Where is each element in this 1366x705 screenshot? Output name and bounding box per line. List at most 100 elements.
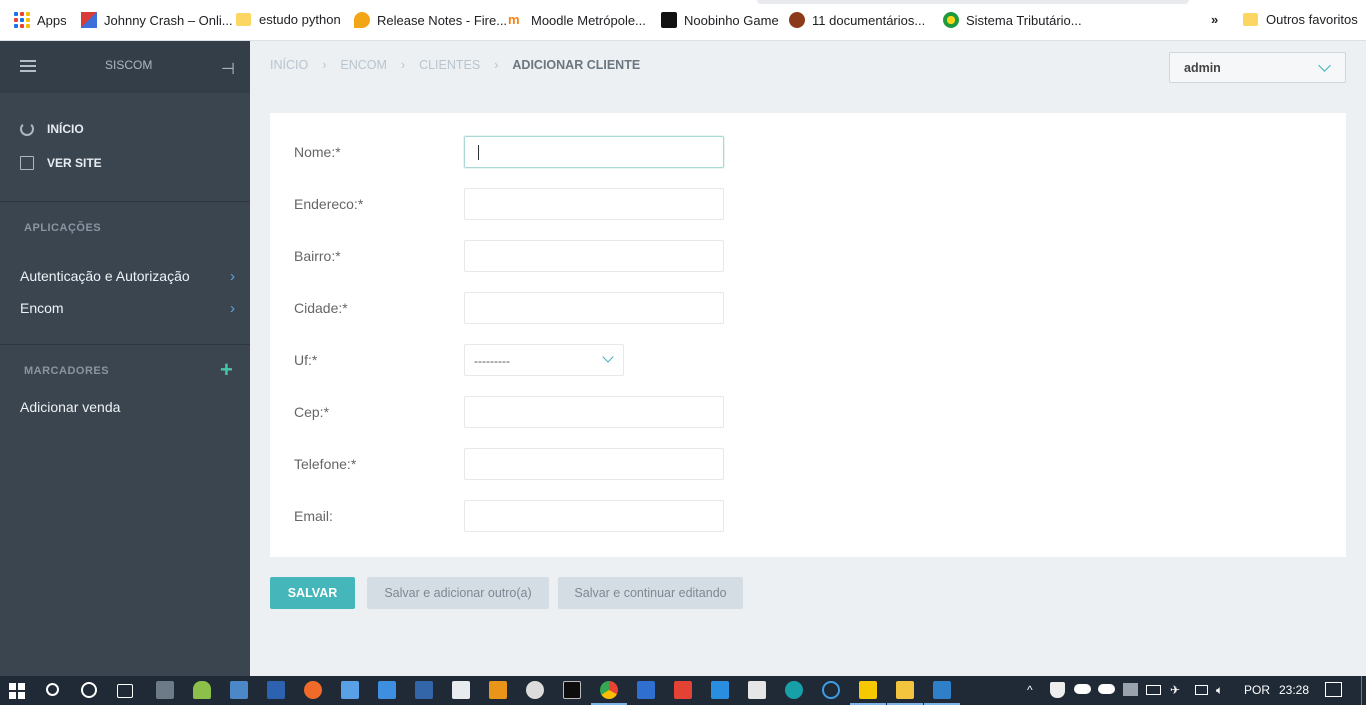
- app-icon[interactable]: [156, 681, 174, 699]
- android-icon[interactable]: [193, 681, 211, 699]
- field-label: Cidade:*: [294, 300, 348, 316]
- firefox-icon[interactable]: [304, 681, 322, 699]
- tab-strip-edge: [757, 0, 1189, 4]
- sidebar-link-label: VER SITE: [47, 156, 102, 170]
- breadcrumb-encom[interactable]: ENCOM: [340, 58, 387, 72]
- network-icon[interactable]: [1195, 685, 1208, 695]
- bookmark-label: Johnny Crash – Onli...: [104, 12, 233, 28]
- file-explorer-icon[interactable]: [896, 681, 914, 699]
- bookmark-label: 11 documentários...: [812, 12, 926, 28]
- text-caret: [478, 145, 479, 160]
- chrome-icon[interactable]: [600, 681, 618, 699]
- pin-icon[interactable]: ⊣: [221, 59, 235, 79]
- cloud-icon[interactable]: [1074, 684, 1091, 694]
- sticky-notes-icon[interactable]: [859, 681, 877, 699]
- endereco-input[interactable]: [464, 188, 724, 220]
- terminal-icon[interactable]: [563, 681, 581, 699]
- app-icon[interactable]: [933, 681, 951, 699]
- internet-explorer-icon[interactable]: [822, 681, 840, 699]
- volume-icon[interactable]: 🔈︎: [1216, 683, 1223, 698]
- field-row-email: Email:: [294, 500, 724, 532]
- form-panel: Nome:* Endereco:* Bairro:* Cidade:* Uf:*…: [270, 113, 1346, 557]
- bookmark-documentarios[interactable]: 11 documentários...: [789, 12, 925, 28]
- windows-start-icon[interactable]: [9, 683, 25, 699]
- task-view-icon[interactable]: [117, 684, 133, 698]
- sublime-icon[interactable]: [489, 681, 507, 699]
- show-desktop-button[interactable]: [1361, 676, 1362, 705]
- bookmark-release-notes[interactable]: Release Notes - Fire...: [354, 12, 507, 28]
- sidebar-item-encom[interactable]: Encom ›: [20, 300, 235, 317]
- save-and-continue-button[interactable]: Salvar e continuar editando: [558, 577, 743, 609]
- breadcrumb-inicio[interactable]: INÍCIO: [270, 58, 308, 72]
- sidebar-item-autenticacao[interactable]: Autenticação e Autorização ›: [20, 268, 235, 285]
- clock[interactable]: 23:28: [1279, 683, 1309, 697]
- home-circle-icon: [20, 122, 34, 136]
- bairro-input[interactable]: [464, 240, 724, 272]
- sidebar-link-label: INÍCIO: [47, 122, 84, 136]
- cloud-icon[interactable]: [1098, 684, 1115, 694]
- bookmark-johnny-crash[interactable]: Johnny Crash – Onli...: [81, 12, 233, 28]
- field-label: Uf:*: [294, 352, 318, 368]
- app-icon[interactable]: [637, 681, 655, 699]
- sidebar-link-inicio[interactable]: INÍCIO: [20, 122, 84, 136]
- device-icon[interactable]: [1123, 683, 1138, 696]
- app-icon[interactable]: [452, 681, 470, 699]
- bookmarks-bar: Apps Johnny Crash – Onli... estudo pytho…: [0, 0, 1366, 41]
- app-icon[interactable]: [415, 681, 433, 699]
- field-label: Nome:*: [294, 144, 341, 160]
- search-icon[interactable]: [46, 683, 59, 696]
- sidebar-link-ver-site[interactable]: VER SITE: [20, 156, 102, 170]
- app-icon[interactable]: [748, 681, 766, 699]
- bookmark-other-folder[interactable]: Outros favoritos: [1243, 12, 1358, 27]
- chevron-right-icon: ›: [230, 268, 235, 285]
- section-title-marcadores: MARCADORES: [24, 365, 110, 377]
- chevron-right-icon: ›: [494, 58, 499, 72]
- shield-icon[interactable]: [1050, 682, 1065, 698]
- bookmark-estudo-python[interactable]: estudo python: [236, 12, 341, 27]
- language-indicator[interactable]: POR: [1244, 683, 1270, 697]
- bookmarks-more-button[interactable]: »: [1211, 12, 1218, 27]
- vscode-icon[interactable]: [711, 681, 729, 699]
- bookmark-noobinho[interactable]: Noobinho Game: [661, 12, 779, 28]
- battery-icon[interactable]: [1146, 685, 1161, 695]
- uf-select[interactable]: ---------: [464, 344, 624, 376]
- notifications-icon[interactable]: [1325, 682, 1342, 697]
- field-row-nome: Nome:*: [294, 136, 724, 168]
- field-label: Endereco:*: [294, 196, 364, 212]
- menu-icon[interactable]: [20, 60, 36, 72]
- app-icon[interactable]: [674, 681, 692, 699]
- chevron-up-icon[interactable]: ^: [1027, 683, 1033, 697]
- bookmark-sistema-tributario[interactable]: Sistema Tributário...: [943, 12, 1082, 28]
- cidade-input[interactable]: [464, 292, 724, 324]
- sidebar-item-label: Encom: [20, 300, 64, 316]
- cep-input[interactable]: [464, 396, 724, 428]
- airplane-mode-icon[interactable]: ✈: [1170, 683, 1180, 697]
- app-icon[interactable]: [526, 681, 544, 699]
- field-row-uf: Uf:* ---------: [294, 344, 624, 376]
- sidebar-item-adicionar-venda[interactable]: Adicionar venda: [20, 399, 235, 415]
- bookmark-moodle[interactable]: m Moodle Metrópole...: [508, 12, 646, 28]
- bookmark-apps[interactable]: Apps: [14, 12, 67, 28]
- save-and-add-another-button[interactable]: Salvar e adicionar outro(a): [367, 577, 549, 609]
- nome-input[interactable]: [464, 136, 724, 168]
- add-bookmark-icon[interactable]: +: [220, 359, 233, 381]
- cortana-icon[interactable]: [81, 682, 97, 698]
- app-icon[interactable]: [341, 681, 359, 699]
- edge-icon[interactable]: [785, 681, 803, 699]
- field-label: Cep:*: [294, 404, 330, 420]
- telefone-input[interactable]: [464, 448, 724, 480]
- brand-title[interactable]: SISCOM: [105, 58, 152, 72]
- field-row-cidade: Cidade:*: [294, 292, 724, 324]
- breadcrumb-clientes[interactable]: CLIENTES: [419, 58, 480, 72]
- save-button[interactable]: SALVAR: [270, 577, 355, 609]
- breadcrumb: INÍCIO › ENCOM › CLIENTES › ADICIONAR CL…: [270, 58, 640, 72]
- field-row-telefone: Telefone:*: [294, 448, 724, 480]
- email-input[interactable]: [464, 500, 724, 532]
- bookmark-label: Apps: [37, 12, 67, 28]
- app-icon[interactable]: [378, 681, 396, 699]
- app-icon[interactable]: [230, 681, 248, 699]
- user-menu-select[interactable]: admin: [1169, 52, 1346, 83]
- chevron-down-icon: [1318, 59, 1331, 72]
- moodle-icon: m: [508, 12, 520, 27]
- app-icon[interactable]: [267, 681, 285, 699]
